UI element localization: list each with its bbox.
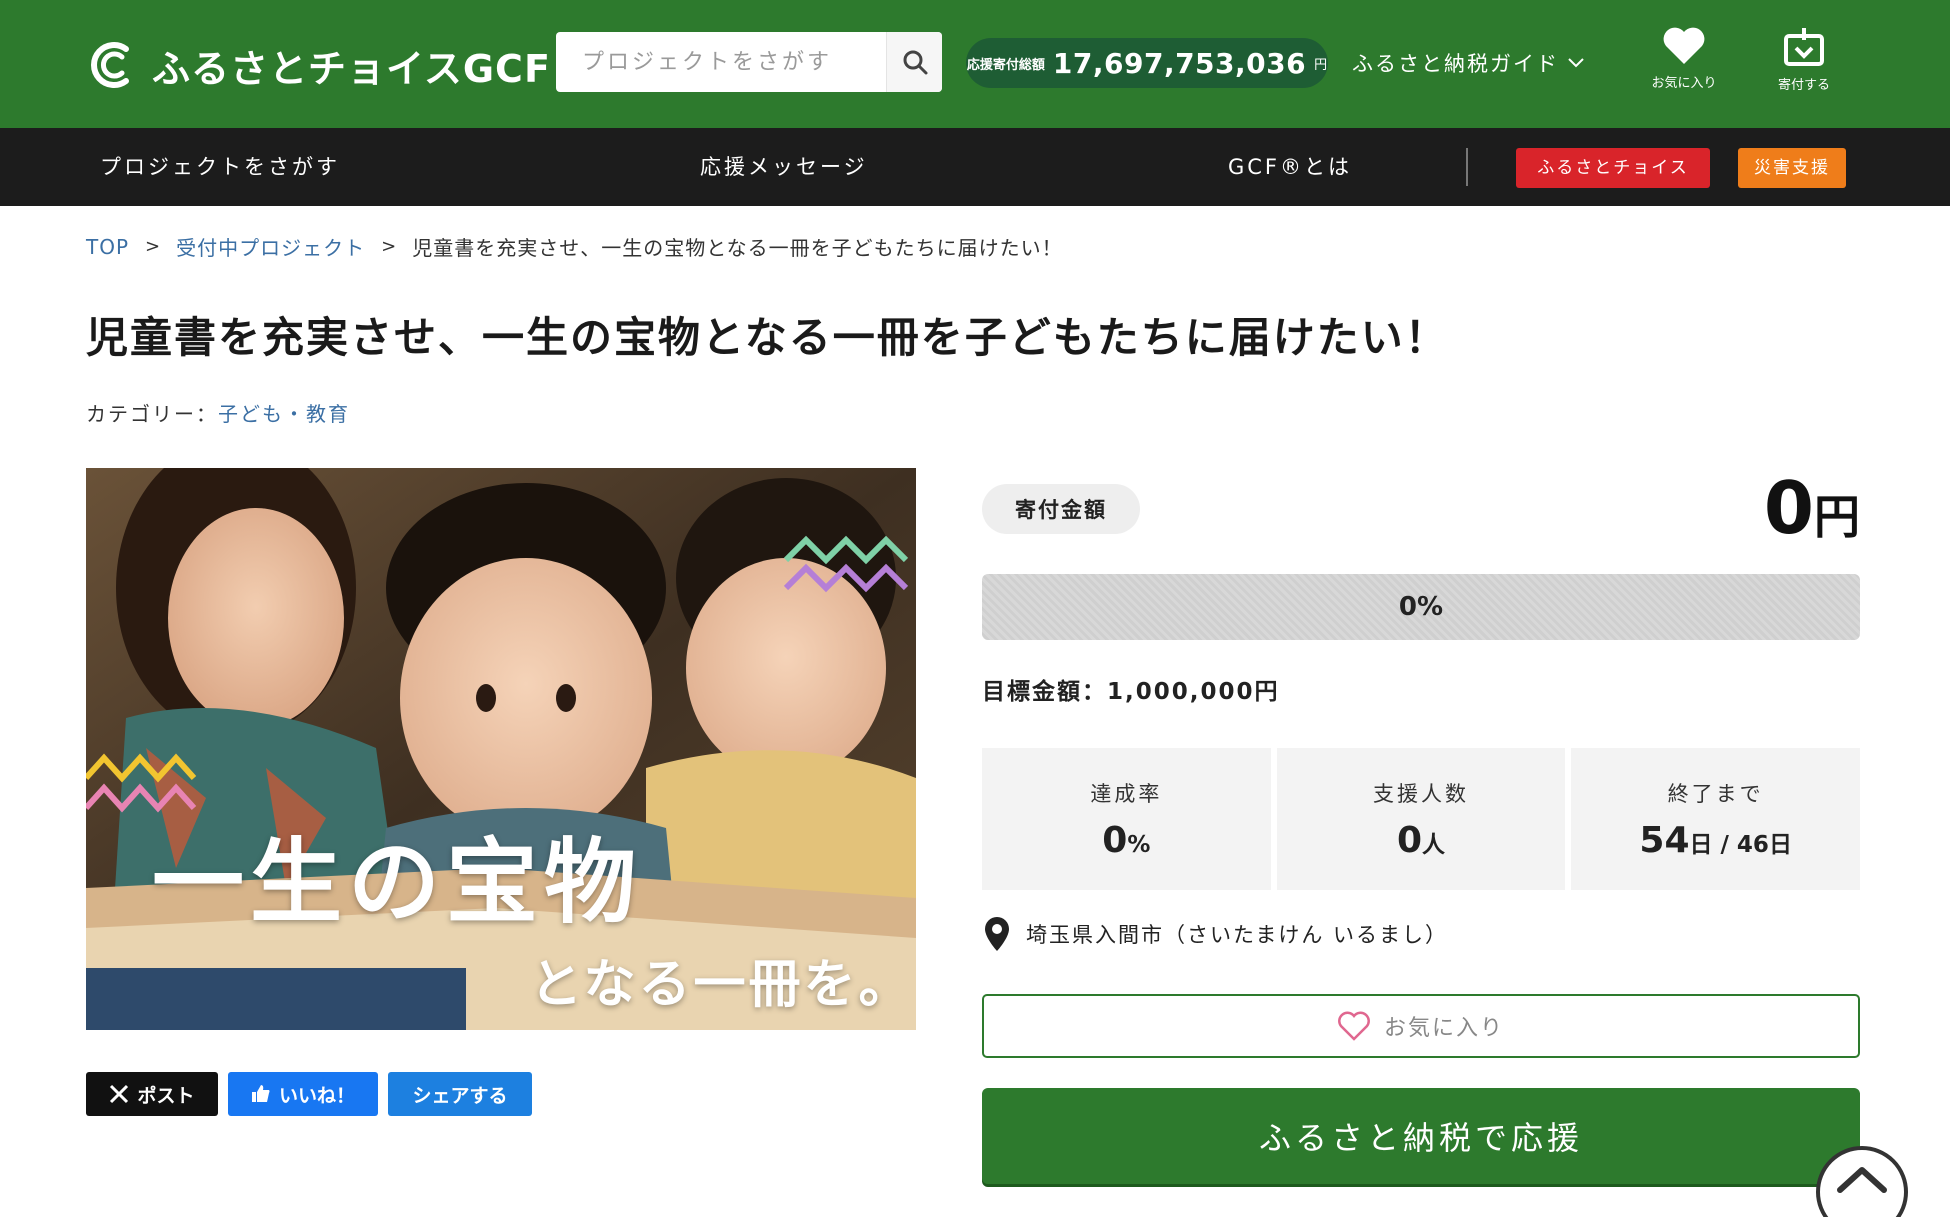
project-location: 埼玉県入間市（さいたまけん いるまし） xyxy=(984,916,1448,952)
hero-headline: 一生の宝物 xyxy=(152,829,643,936)
total-donation-value: 17,697,753,036 xyxy=(1052,46,1307,80)
chevron-down-icon xyxy=(1568,58,1584,68)
facebook-like-button[interactable]: いいね！ xyxy=(228,1072,378,1116)
heart-icon xyxy=(1663,27,1705,64)
x-post-button[interactable]: ポスト xyxy=(86,1072,218,1116)
share-button[interactable]: シェアする xyxy=(388,1072,532,1116)
add-favorite-label: お気に入り xyxy=(1383,1016,1504,1041)
breadcrumb-section[interactable]: 受付中プロジェクト xyxy=(176,232,365,261)
heart-outline-icon xyxy=(1338,1011,1370,1041)
stat-label: 支援人数 xyxy=(1373,781,1469,806)
donation-box-icon xyxy=(1784,28,1824,66)
breadcrumb: TOP > 受付中プロジェクト > 児童書を充実させ、一生の宝物となる一冊を子ど… xyxy=(86,232,1063,261)
breadcrumb-current: 児童書を充実させ、一生の宝物となる一冊を子どもたちに届けたい！ xyxy=(412,236,1063,260)
x-post-label: ポスト xyxy=(137,1084,195,1107)
stat-value: 0人 xyxy=(1396,819,1446,861)
donation-amount-unit: 円 xyxy=(1814,490,1860,544)
category-link[interactable]: 子ども・教育 xyxy=(218,402,350,426)
stat-label: 達成率 xyxy=(1090,781,1163,806)
stat-value: 0% xyxy=(1102,819,1151,861)
add-favorite-button[interactable]: お気に入り xyxy=(982,994,1860,1058)
nav-find-projects[interactable]: プロジェクトをさがす xyxy=(100,128,340,206)
total-donation-badge: 応援寄付総額 17,697,753,036 円 xyxy=(966,38,1328,88)
search-icon xyxy=(903,50,927,75)
breadcrumb-top[interactable]: TOP xyxy=(86,235,129,259)
nav-about-gcf[interactable]: GCF®とは xyxy=(1228,128,1352,206)
nav-divider xyxy=(1466,148,1468,186)
site-logo[interactable]: ふるさとチョイスGCF xyxy=(86,36,551,94)
breadcrumb-separator: > xyxy=(381,236,397,257)
stat-achievement-rate: 達成率 0% xyxy=(982,748,1271,890)
stat-value: 54日 / 46日 xyxy=(1639,819,1792,861)
donation-amount: 0 円 xyxy=(1764,466,1860,550)
page-title: 児童書を充実させ、一生の宝物となる一冊を子どもたちに届けたい！ xyxy=(86,313,1449,362)
goal-amount: 目標金額：1,000,000円 xyxy=(982,679,1280,705)
total-donation-label: 応援寄付総額 xyxy=(966,57,1045,73)
guide-label: ふるさと納税ガイド xyxy=(1352,52,1559,76)
total-donation-unit: 円 xyxy=(1314,57,1328,73)
search-input[interactable] xyxy=(556,32,886,92)
thumbs-up-icon xyxy=(251,1085,270,1102)
funding-progress-bar: 0% xyxy=(982,574,1860,640)
logo-text: ふるさとチョイスGCF xyxy=(152,46,551,91)
donation-amount-label: 寄付金額 xyxy=(982,484,1140,534)
funding-stats: 達成率 0% 支援人数 0人 終了まで 54日 / 46日 xyxy=(982,748,1861,890)
project-hero-image: 一生の宝物 となる一冊を。 xyxy=(86,468,916,1030)
nav-support-messages[interactable]: 応援メッセージ xyxy=(700,128,868,206)
stat-supporters: 支援人数 0人 xyxy=(1276,748,1566,890)
donate-label: 寄付する xyxy=(1777,78,1830,93)
support-with-tax-button[interactable]: ふるさと納税で応援 xyxy=(982,1088,1860,1184)
furusato-choice-tag[interactable]: ふるさとチョイス xyxy=(1516,148,1710,188)
stat-label: 終了まで xyxy=(1667,781,1764,806)
progress-percent: 0% xyxy=(1398,592,1444,622)
social-share-bar: ポスト いいね！ シェアする xyxy=(86,1072,532,1116)
disaster-support-tag[interactable]: 災害支援 xyxy=(1738,148,1846,188)
donate-link[interactable]: 寄付する xyxy=(1756,26,1852,106)
favorites-link[interactable]: お気に入り xyxy=(1636,26,1732,106)
search-button[interactable] xyxy=(886,32,942,92)
sub-navigation: プロジェクトをさがす 応援メッセージ GCF®とは ふるさとチョイス 災害支援 xyxy=(0,128,1950,206)
x-logo-icon xyxy=(110,1084,129,1104)
category-prefix: カテゴリー： xyxy=(86,402,218,426)
hero-subheadline: となる一冊を。 xyxy=(530,955,914,1015)
search-box xyxy=(556,32,942,92)
header-bar: ふるさとチョイスGCF 応援寄付総額 17,697,753,036 円 ふるさと… xyxy=(0,0,1950,128)
map-pin-icon xyxy=(985,917,1009,951)
breadcrumb-separator: > xyxy=(145,236,161,257)
facebook-like-label: いいね！ xyxy=(278,1084,355,1107)
project-category: カテゴリー：子ども・教育 xyxy=(86,398,350,427)
favorites-label: お気に入り xyxy=(1651,76,1717,91)
donation-amount-value: 0 xyxy=(1763,466,1814,550)
location-text: 埼玉県入間市（さいたまけん いるまし） xyxy=(1026,923,1449,947)
chevron-up-icon xyxy=(1837,1167,1887,1193)
logo-mark-icon xyxy=(86,37,142,93)
stat-remaining-days: 終了まで 54日 / 46日 xyxy=(1571,748,1861,890)
furusato-guide-menu[interactable]: ふるさと納税ガイド xyxy=(1352,48,1585,78)
